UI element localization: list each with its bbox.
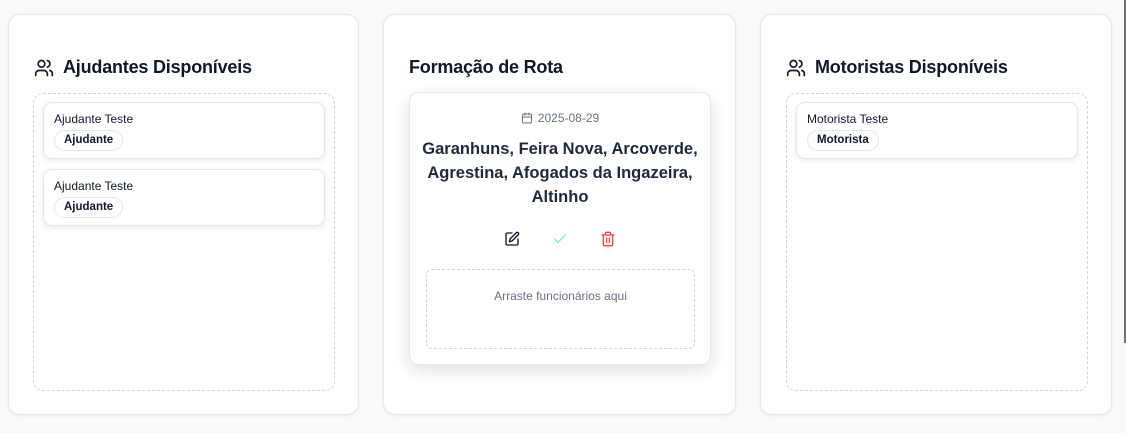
route-title-text: Formação de Rota	[409, 57, 563, 77]
role-badge: Ajudante	[54, 130, 124, 151]
employee-card-helper-1[interactable]: Ajudante Teste Ajudante	[43, 102, 325, 159]
helpers-panel: Ajudantes Disponíveis Ajudante Teste Aju…	[8, 14, 359, 415]
route-cities: Garanhuns, Feira Nova, Arcoverde, Agrest…	[422, 140, 698, 206]
route-formation-panel: Formação de Rota 2025-08-29 Garanhuns, F…	[383, 14, 736, 415]
helpers-title-text: Ajudantes Disponíveis	[63, 57, 252, 77]
drivers-panel: Motoristas Disponíveis Motorista Teste M…	[760, 14, 1112, 415]
route-date: 2025-08-29	[410, 111, 710, 125]
employee-name: Motorista Teste	[807, 112, 889, 126]
helpers-dropzone[interactable]: Ajudante Teste Ajudante Ajudante Teste A…	[33, 93, 335, 391]
route-employee-dropzone[interactable]: Arraste funcionários aqui	[426, 269, 695, 349]
employee-card-helper-2[interactable]: Ajudante Teste Ajudante	[43, 169, 325, 226]
trash-icon[interactable]	[598, 229, 618, 249]
edit-icon[interactable]	[502, 229, 522, 249]
drivers-title-text: Motoristas Disponíveis	[815, 57, 1008, 77]
check-icon[interactable]	[550, 229, 570, 249]
users-icon	[34, 58, 54, 78]
route-actions	[410, 229, 710, 249]
dropzone-hint: Arraste funcionários aqui	[494, 289, 627, 303]
drivers-dropzone[interactable]: Motorista Teste Motorista	[786, 93, 1088, 391]
employee-card-driver-1[interactable]: Motorista Teste Motorista	[796, 102, 1078, 159]
drivers-panel-title: Motoristas Disponíveis	[786, 57, 1008, 78]
helpers-panel-title: Ajudantes Disponíveis	[34, 57, 252, 78]
calendar-icon	[521, 112, 533, 124]
role-badge: Motorista	[807, 130, 879, 151]
employee-name: Ajudante Teste	[54, 179, 134, 193]
route-panel-title: Formação de Rota	[409, 57, 563, 78]
role-badge: Ajudante	[54, 197, 124, 218]
users-icon	[786, 58, 806, 78]
route-date-text: 2025-08-29	[537, 111, 600, 125]
route-card[interactable]: 2025-08-29 Garanhuns, Feira Nova, Arcove…	[409, 92, 711, 365]
employee-name: Ajudante Teste	[54, 112, 134, 126]
